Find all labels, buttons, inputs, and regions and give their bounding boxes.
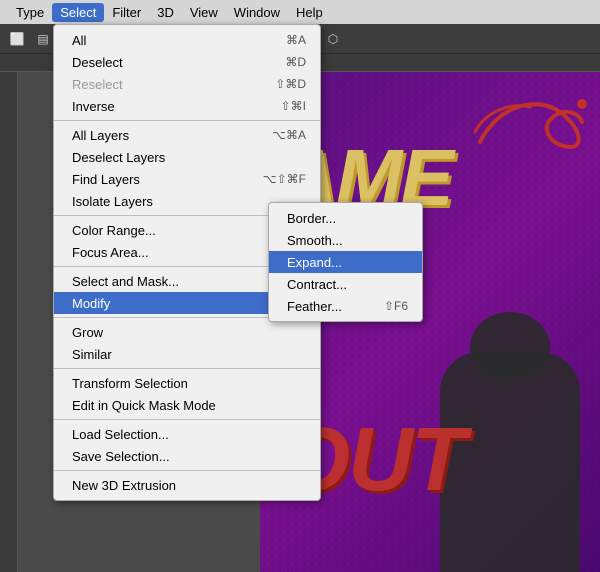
ruler-vertical (0, 72, 18, 572)
menubar-view[interactable]: View (182, 3, 226, 22)
menubar: Type Select Filter 3D View Window Help (0, 0, 600, 24)
menubar-3d[interactable]: 3D (149, 3, 182, 22)
menu-separator-6 (54, 419, 320, 420)
menu-item-quick-mask[interactable]: Edit in Quick Mask Mode (54, 394, 320, 416)
toolbar-icon-row[interactable]: ▤ (32, 28, 54, 50)
menu-item-save-selection[interactable]: Save Selection... (54, 445, 320, 467)
menu-separator-7 (54, 470, 320, 471)
menu-item-all-layers[interactable]: All Layers ⌥⌘A (54, 124, 320, 146)
menu-item-reselect: Reselect ⇧⌘D (54, 73, 320, 95)
menubar-filter[interactable]: Filter (104, 3, 149, 22)
menu-separator-5 (54, 368, 320, 369)
toolbar-icon-rect[interactable]: ⬜ (6, 28, 28, 50)
menu-item-deselect-layers[interactable]: Deselect Layers (54, 146, 320, 168)
menu-item-similar[interactable]: Similar (54, 343, 320, 365)
menu-item-new-3d-extrusion[interactable]: New 3D Extrusion (54, 474, 320, 496)
menu-separator-1 (54, 120, 320, 121)
toolbar-icon-3d-scale[interactable]: ⬡ (322, 28, 344, 50)
modify-submenu: Border... Smooth... Expand... Contract..… (268, 202, 423, 322)
menu-item-inverse[interactable]: Inverse ⇧⌘I (54, 95, 320, 117)
submenu-item-smooth[interactable]: Smooth... (269, 229, 422, 251)
submenu-item-contract[interactable]: Contract... (269, 273, 422, 295)
menu-item-all[interactable]: All ⌘A (54, 29, 320, 51)
submenu-item-feather[interactable]: Feather... ⇧F6 (269, 295, 422, 317)
menu-item-find-layers[interactable]: Find Layers ⌥⇧⌘F (54, 168, 320, 190)
menubar-select[interactable]: Select (52, 3, 104, 22)
menu-item-transform-selection[interactable]: Transform Selection (54, 372, 320, 394)
menubar-window[interactable]: Window (226, 3, 288, 22)
menu-item-deselect[interactable]: Deselect ⌘D (54, 51, 320, 73)
menu-item-grow[interactable]: Grow (54, 321, 320, 343)
menu-item-load-selection[interactable]: Load Selection... (54, 423, 320, 445)
menubar-type[interactable]: Type (8, 3, 52, 22)
menubar-help[interactable]: Help (288, 3, 331, 22)
submenu-item-expand[interactable]: Expand... (269, 251, 422, 273)
swirl-decoration (470, 92, 590, 152)
submenu-item-border[interactable]: Border... (269, 207, 422, 229)
